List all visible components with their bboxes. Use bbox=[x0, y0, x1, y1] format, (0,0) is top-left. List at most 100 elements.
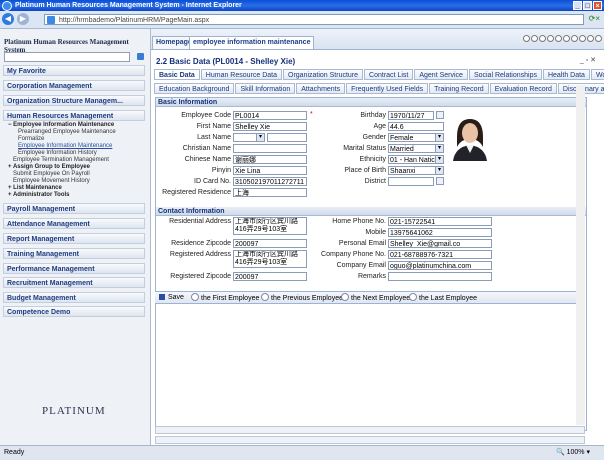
ie-icon bbox=[2, 1, 12, 11]
forward-button[interactable]: ▶ bbox=[17, 13, 29, 25]
menu-org-structure[interactable]: Organization Structure Managem... bbox=[3, 95, 145, 106]
search-go-icon[interactable] bbox=[137, 53, 144, 60]
res-zip-field[interactable]: 200097 bbox=[233, 239, 307, 248]
menu-my-favorite[interactable]: My Favorite bbox=[3, 65, 145, 76]
home-phone-field[interactable]: 021-15722541 bbox=[388, 217, 492, 226]
tree-emp-info-maint[interactable]: − Employee Information Maintenance bbox=[8, 122, 114, 128]
tab-training-record[interactable]: Training Record bbox=[429, 83, 489, 94]
tool-icon[interactable] bbox=[571, 35, 578, 42]
last-employee-button[interactable]: the Last Employee bbox=[409, 293, 477, 303]
sidebar-search-input[interactable] bbox=[4, 52, 130, 62]
res-address-field[interactable]: 上海市闵行区宾川路416弄29号103室 bbox=[233, 217, 307, 235]
tree-prearranged[interactable]: Prearranged Employee Maintenance bbox=[18, 129, 116, 135]
url-input[interactable]: http://hrmbademo/PlatinumHRM/PageMain.as… bbox=[44, 14, 584, 25]
menu-training[interactable]: Training Management bbox=[3, 248, 145, 259]
close-button[interactable]: × bbox=[593, 1, 602, 10]
tab-health[interactable]: Health Data bbox=[542, 69, 590, 80]
window-mini-controls[interactable]: _ ▫ ✕ bbox=[580, 56, 596, 64]
ethnicity-select[interactable]: 01 - Han Natic bbox=[388, 155, 444, 164]
reg-zip-field[interactable]: 200097 bbox=[233, 272, 307, 281]
tool-icon[interactable] bbox=[555, 35, 562, 42]
place-of-birth-select[interactable]: Shaanxi bbox=[388, 166, 444, 175]
company-phone-field[interactable]: 021-68788976-7321 bbox=[388, 250, 492, 259]
tool-icon[interactable] bbox=[539, 35, 546, 42]
tree-emp-info-history[interactable]: Employee Information History bbox=[18, 150, 97, 156]
tab-employee-info-maint[interactable]: employee information maintenance bbox=[189, 36, 315, 49]
tab-org-structure[interactable]: Organization Structure bbox=[283, 69, 364, 80]
employee-code-field[interactable]: PL0014 bbox=[233, 111, 307, 120]
tree-admin-tools[interactable]: + Administrator Tools bbox=[8, 192, 70, 198]
menu-payroll[interactable]: Payroll Management bbox=[3, 203, 145, 214]
menu-attendance[interactable]: Attendance Management bbox=[3, 218, 145, 229]
tree-list-maint[interactable]: + List Maintenance bbox=[8, 185, 62, 191]
tree-assign-group[interactable]: + Assign Group to Employee bbox=[8, 164, 90, 170]
tab-social[interactable]: Social Relationships bbox=[468, 69, 542, 80]
maximize-button[interactable]: □ bbox=[583, 1, 592, 10]
tree-movement-history[interactable]: Employee Movement History bbox=[13, 178, 90, 184]
first-employee-button[interactable]: the First Employee bbox=[191, 293, 259, 303]
marital-select[interactable]: Married bbox=[388, 144, 444, 153]
horizontal-scrollbar[interactable] bbox=[155, 426, 585, 434]
tab-freq-fields[interactable]: Frequently Used Fields bbox=[346, 83, 429, 94]
tree-formalize[interactable]: Formalize bbox=[18, 136, 44, 142]
chinese-name-field[interactable]: 谢丽娜 bbox=[233, 155, 307, 164]
tab-agent-service[interactable]: Agent Service bbox=[414, 69, 468, 80]
menu-performance[interactable]: Performance Management bbox=[3, 263, 145, 274]
last-name-field[interactable] bbox=[267, 133, 307, 142]
menu-competence[interactable]: Competence Demo bbox=[3, 306, 145, 317]
platinum-logo: PLATINUM bbox=[42, 405, 106, 417]
menu-corporation[interactable]: Corporation Management bbox=[3, 80, 145, 91]
back-button[interactable]: ◀ bbox=[2, 13, 14, 25]
previous-employee-button[interactable]: the Previous Employee bbox=[261, 293, 343, 303]
reg-address-field[interactable]: 上海市闵行区宾川路416弄29号103室 bbox=[233, 250, 307, 268]
label-age: Age bbox=[373, 123, 386, 130]
mobile-field[interactable]: 13975641062 bbox=[388, 228, 492, 237]
menu-recruitment[interactable]: Recruitment Management bbox=[3, 277, 145, 288]
birthday-field[interactable]: 1970/11/27 bbox=[388, 111, 434, 120]
pinyin-field[interactable]: Xie Lina bbox=[233, 166, 307, 175]
remarks-field[interactable] bbox=[388, 272, 492, 281]
personal-email-field[interactable]: Shelley_Xie@gmail.co bbox=[388, 239, 492, 248]
district-picker-icon[interactable] bbox=[436, 177, 444, 185]
id-card-field[interactable]: 310502197011272711 bbox=[233, 177, 307, 186]
save-button[interactable]: Save bbox=[159, 293, 184, 302]
tab-hr-data[interactable]: Human Resource Data bbox=[200, 69, 282, 80]
tool-icon[interactable] bbox=[523, 35, 530, 42]
tab-evaluation[interactable]: Evaluation Record bbox=[489, 83, 557, 94]
tree-emp-info-maint-link[interactable]: Employee Information Maintenance bbox=[18, 143, 112, 149]
tab-work-exp[interactable]: Work Ex bbox=[590, 69, 604, 80]
window-title: Platinum Human Resources Management Syst… bbox=[15, 2, 242, 9]
tab-education[interactable]: Education Background bbox=[154, 83, 235, 94]
company-email-field[interactable]: oguo@platinumchina.com bbox=[388, 261, 492, 270]
tree-termination[interactable]: Employee Termination Management bbox=[13, 157, 109, 163]
tool-icon[interactable] bbox=[531, 35, 538, 42]
gender-select[interactable]: Female bbox=[388, 133, 444, 142]
calendar-icon[interactable] bbox=[436, 111, 444, 119]
tab-skill[interactable]: Skill Information bbox=[235, 83, 296, 94]
tool-icon[interactable] bbox=[579, 35, 586, 42]
tab-attachments[interactable]: Attachments bbox=[296, 83, 346, 94]
zoom-level[interactable]: 🔍 100% ▾ bbox=[556, 446, 590, 460]
minimize-button[interactable]: _ bbox=[573, 1, 582, 10]
tab-basic-data[interactable]: Basic Data bbox=[154, 69, 200, 80]
vertical-scrollbar[interactable] bbox=[576, 85, 585, 425]
menu-report[interactable]: Report Management bbox=[3, 233, 145, 244]
menu-budget[interactable]: Budget Management bbox=[3, 292, 145, 303]
tab-contract-list[interactable]: Contract List bbox=[364, 69, 414, 80]
label-company-email: Company Email bbox=[336, 262, 386, 269]
tool-icon[interactable] bbox=[563, 35, 570, 42]
label-first-name: First Name bbox=[196, 123, 231, 130]
refresh-icon[interactable]: ⟳× bbox=[589, 14, 600, 23]
tool-icon[interactable] bbox=[547, 35, 554, 42]
tool-icon[interactable] bbox=[595, 35, 602, 42]
next-employee-button[interactable]: the Next Employee bbox=[341, 293, 410, 303]
last-name-select[interactable] bbox=[233, 133, 265, 142]
registered-residence-field[interactable]: 上海 bbox=[233, 188, 307, 197]
first-name-field[interactable]: Shelley Xie bbox=[233, 122, 307, 131]
tree-submit-payroll[interactable]: Submit Employee On Payroll bbox=[13, 171, 90, 177]
christian-name-field[interactable] bbox=[233, 144, 307, 153]
district-field[interactable] bbox=[388, 177, 434, 186]
tool-icon[interactable] bbox=[587, 35, 594, 42]
menu-hr[interactable]: Human Resources Management bbox=[3, 110, 145, 121]
horizontal-scrollbar-outer[interactable] bbox=[155, 436, 585, 444]
